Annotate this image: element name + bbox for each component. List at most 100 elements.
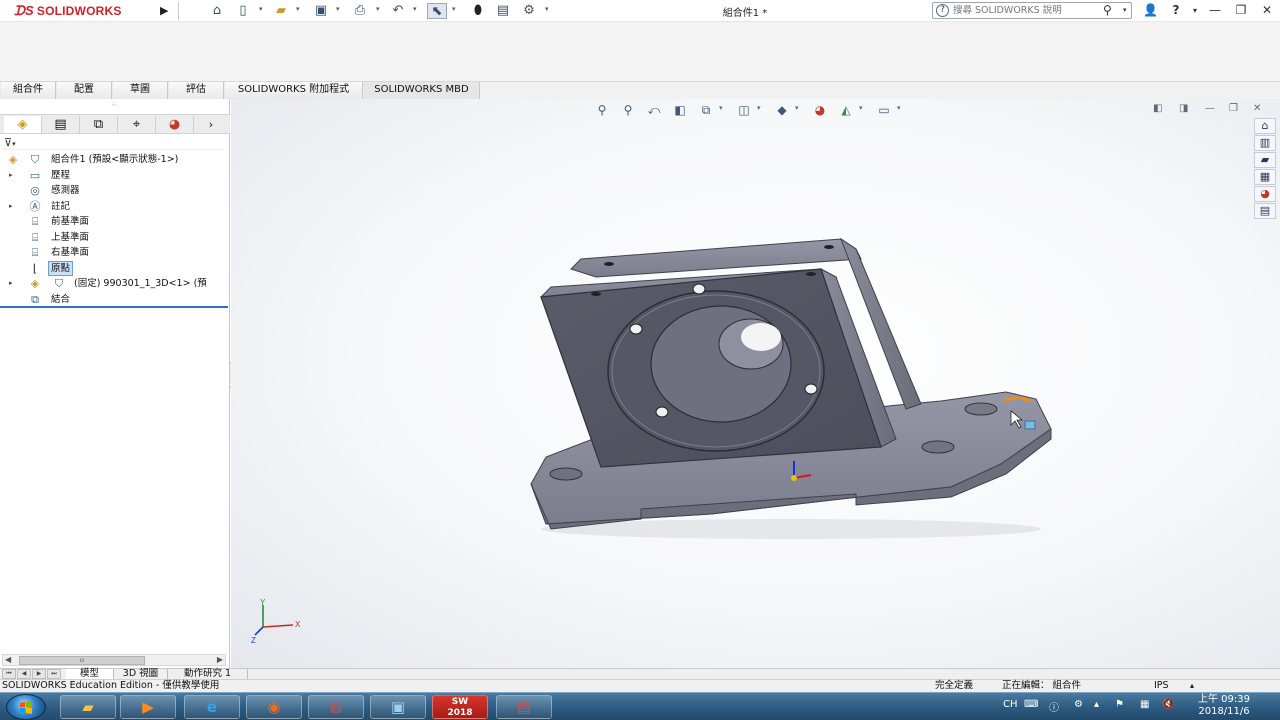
tree-filter[interactable]: ⊽▾: [4, 136, 224, 150]
expand-icon[interactable]: ▸: [9, 168, 17, 183]
hud-dropdown-icon[interactable]: ▾: [719, 104, 723, 112]
file-properties-icon[interactable]: ▤: [494, 3, 512, 19]
options-dropdown-icon[interactable]: ▾: [545, 5, 549, 13]
design-library-icon[interactable]: ▥: [1254, 135, 1276, 151]
tree-item-mates[interactable]: ⧉ 結合: [0, 292, 228, 308]
restore-icon[interactable]: ❐: [1234, 3, 1248, 17]
scroll-left-icon[interactable]: ◀: [5, 655, 11, 664]
units-dropdown-icon[interactable]: ▴: [1190, 680, 1194, 692]
tab-assembly[interactable]: 組合件: [0, 82, 56, 99]
dimxpert-tab-icon[interactable]: ⌖: [118, 116, 156, 133]
save-dropdown-icon[interactable]: ▾: [336, 5, 340, 13]
custom-properties-icon[interactable]: ▤: [1254, 203, 1276, 219]
tab-layout[interactable]: 配置: [56, 82, 112, 99]
tree-root[interactable]: ◈ ⛉ 組合件1 (預設<顯示狀態-1>): [0, 152, 228, 168]
chrome-taskbar-icon[interactable]: ◍: [308, 695, 364, 719]
bracket-model[interactable]: [511, 229, 1071, 539]
close-icon[interactable]: ✕: [1260, 3, 1274, 17]
apply-scene-icon[interactable]: ◭: [835, 101, 857, 119]
tree-item-front-plane[interactable]: ⌸ 前基準面: [0, 214, 228, 230]
display-style-icon[interactable]: ◆: [771, 101, 793, 119]
appearances-icon[interactable]: ◕: [1254, 186, 1276, 202]
more-tabs-icon[interactable]: ›: [196, 116, 226, 133]
keyboard-icon[interactable]: ⌨: [1024, 699, 1038, 710]
gear-icon[interactable]: ⚙: [520, 3, 538, 19]
feature-manager-tab-icon[interactable]: ◈: [4, 116, 42, 133]
network-icon[interactable]: ▦: [1140, 699, 1149, 710]
horizontal-scrollbar[interactable]: ◀ ııı ▶: [2, 654, 226, 666]
hud-dropdown-icon[interactable]: ▾: [757, 104, 761, 112]
viewport-tile-left-icon[interactable]: ◧: [1153, 103, 1162, 114]
hud-dropdown-icon[interactable]: ▾: [795, 104, 799, 112]
tree-item-right-plane[interactable]: ⌸ 右基準面: [0, 245, 228, 261]
view-orientation-icon[interactable]: ◫: [733, 101, 755, 119]
help-menu-icon[interactable]: ?: [1170, 3, 1182, 17]
filter-icon[interactable]: ⊽: [4, 136, 12, 149]
office-taskbar-icon[interactable]: ▤: [496, 695, 552, 719]
dynamic-annotation-icon[interactable]: ⧉: [695, 101, 717, 119]
system-clock[interactable]: 上午 09:39 2018/11/6: [1188, 694, 1260, 718]
undo-dropdown-icon[interactable]: ▾: [413, 5, 417, 13]
graphics-area[interactable]: ⚲ ⚲ ⤺ ◧ ⧉ ▾ ◫ ▾ ◆ ▾ ◕ ◭ ▾ ▭ ▾ ◧ ◨ — ❐ ✕: [231, 99, 1280, 668]
last-tab-icon[interactable]: ⏭: [47, 669, 61, 679]
tree-item-top-plane[interactable]: ⌸ 上基準面: [0, 230, 228, 246]
tray-expand-icon[interactable]: ▴: [1094, 699, 1099, 710]
tab-mbd[interactable]: SOLIDWORKS MBD: [363, 82, 480, 99]
section-view-icon[interactable]: ◧: [669, 101, 691, 119]
print-dropdown-icon[interactable]: ▾: [376, 5, 380, 13]
solidworks-logo[interactable]: ᗪS SOLIDWORKS: [14, 3, 122, 19]
search-input[interactable]: [953, 4, 1098, 17]
file-explorer-taskbar-icon[interactable]: ▰: [60, 695, 116, 719]
viewport-tile-right-icon[interactable]: ◨: [1179, 103, 1188, 114]
select-dropdown-icon[interactable]: ▾: [452, 5, 456, 13]
start-button[interactable]: [6, 694, 46, 720]
scroll-thumb[interactable]: ııı: [19, 656, 145, 665]
settings-tray-icon[interactable]: ⚙: [1074, 699, 1083, 710]
hud-dropdown-icon[interactable]: ▾: [859, 104, 863, 112]
media-player-taskbar-icon[interactable]: ▶: [120, 695, 176, 719]
tab-addins[interactable]: SOLIDWORKS 附加程式: [224, 82, 363, 99]
expand-icon[interactable]: ▸: [9, 199, 17, 214]
home-icon[interactable]: ⌂: [208, 3, 226, 19]
display-manager-tab-icon[interactable]: ◕: [156, 116, 194, 133]
action-center-icon[interactable]: ⚑: [1115, 699, 1124, 710]
tree-item-part[interactable]: ▸ ◈ ⛉ (固定) 990301_1_3D<1> (預: [0, 276, 228, 292]
help-dropdown-icon[interactable]: ▾: [1190, 6, 1200, 15]
previous-view-icon[interactable]: ⤺: [643, 101, 665, 119]
zoom-to-area-icon[interactable]: ⚲: [617, 101, 639, 119]
new-dropdown-icon[interactable]: ▾: [259, 5, 263, 13]
volume-icon[interactable]: 🔇: [1162, 699, 1174, 710]
image-viewer-taskbar-icon[interactable]: ▣: [370, 695, 426, 719]
new-document-icon[interactable]: ▯: [234, 3, 252, 19]
view-settings-icon[interactable]: ▭: [873, 101, 895, 119]
internet-explorer-taskbar-icon[interactable]: e: [184, 695, 240, 719]
search-icon[interactable]: ⚲: [1103, 3, 1112, 17]
print-icon[interactable]: ⎙: [350, 3, 370, 19]
filter-dropdown-icon[interactable]: ▾: [12, 140, 16, 148]
viewport-restore-icon[interactable]: ❐: [1229, 103, 1238, 114]
save-icon[interactable]: ▣: [311, 3, 331, 19]
open-dropdown-icon[interactable]: ▾: [296, 5, 300, 13]
undo-icon[interactable]: ↶: [388, 3, 408, 19]
firefox-taskbar-icon[interactable]: ◉: [246, 695, 302, 719]
tab-sketch[interactable]: 草圖: [112, 82, 168, 99]
property-manager-tab-icon[interactable]: ▤: [42, 116, 80, 133]
edit-appearance-icon[interactable]: ◕: [809, 101, 831, 119]
solidworks-resources-icon[interactable]: ⌂: [1254, 118, 1276, 134]
solidworks-taskbar-icon[interactable]: SW 2018: [432, 695, 488, 719]
tree-item-origin[interactable]: ⌊ 原點: [0, 260, 228, 277]
zoom-to-fit-icon[interactable]: ⚲: [591, 101, 613, 119]
hud-dropdown-icon[interactable]: ▾: [897, 104, 901, 112]
prev-tab-icon[interactable]: ◀: [17, 669, 31, 679]
open-folder-icon[interactable]: ▰: [271, 3, 291, 19]
first-tab-icon[interactable]: ⏮: [2, 669, 16, 679]
select-pointer-icon[interactable]: ⬉: [427, 3, 447, 19]
help-tray-icon[interactable]: ⓘ: [1049, 699, 1059, 714]
scroll-right-icon[interactable]: ▶: [217, 655, 223, 664]
user-icon[interactable]: 👤: [1143, 3, 1158, 17]
expand-icon[interactable]: ▸: [9, 276, 17, 291]
tree-item-annotations[interactable]: ▸ Ⓐ 註記: [0, 199, 228, 215]
view-palette-icon[interactable]: ▦: [1254, 169, 1276, 185]
rebuild-icon[interactable]: ⬮: [470, 3, 486, 19]
tree-item-history[interactable]: ▸ ▭ 歷程: [0, 168, 228, 184]
